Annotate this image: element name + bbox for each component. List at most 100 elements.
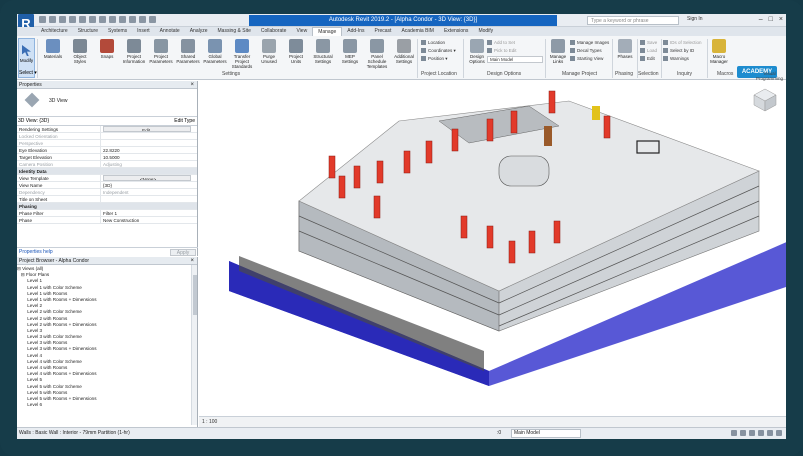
property-value[interactable] <box>101 196 197 202</box>
panel-schedule-templates-button[interactable]: Panel Schedule Templates <box>365 39 389 69</box>
shared-parameters-button[interactable]: Shared Parameters <box>176 39 200 64</box>
object-styles-button[interactable]: Object Styles <box>68 39 92 64</box>
select-links-icon[interactable] <box>740 430 746 436</box>
select-underlay-icon[interactable] <box>749 430 755 436</box>
undo-icon[interactable] <box>59 16 66 23</box>
structural-column[interactable] <box>328 155 336 179</box>
scrollbar-thumb[interactable] <box>193 275 197 315</box>
section-icon[interactable] <box>129 16 136 23</box>
tree-item[interactable]: Level 6 <box>17 402 197 408</box>
structural-column[interactable] <box>451 128 459 152</box>
project-information-button[interactable]: Project Information <box>122 39 146 64</box>
starting-view-button[interactable]: Starting View <box>570 56 603 62</box>
snaps-button[interactable]: Snaps <box>95 39 119 59</box>
building-model[interactable] <box>199 81 786 427</box>
project-parameters-button[interactable]: Project Parameters <box>149 39 173 64</box>
tab-academia-bim[interactable]: Academia BIM <box>396 27 439 36</box>
purge-unused-button[interactable]: Purge Unused <box>257 39 281 64</box>
close-icon[interactable]: × <box>779 16 783 23</box>
switch-windows-icon[interactable] <box>149 16 156 23</box>
transfer-project-standards-button[interactable]: Transfer Project Standards <box>230 39 254 69</box>
property-value[interactable]: New Construction <box>101 217 197 223</box>
position-button[interactable]: Position ▾ <box>421 56 448 62</box>
structural-column[interactable] <box>460 215 468 239</box>
tab-extensions[interactable]: Extensions <box>439 27 473 36</box>
select-by-face-icon[interactable] <box>767 430 773 436</box>
tab-architecture[interactable]: Architecture <box>36 27 73 36</box>
property-value[interactable]: 22.8220 <box>101 147 197 153</box>
tab-precast[interactable]: Precast <box>370 27 397 36</box>
viewcube-icon[interactable] <box>753 88 777 112</box>
maximize-icon[interactable]: □ <box>769 16 773 23</box>
main-model-select[interactable]: Main Model <box>487 56 543 63</box>
close-icon[interactable]: × <box>190 257 194 265</box>
tab-modify[interactable]: Modify <box>473 27 498 36</box>
edit-selection-button[interactable]: Edit <box>640 56 655 62</box>
structural-column[interactable] <box>338 175 346 199</box>
tab-insert[interactable]: Insert <box>132 27 155 36</box>
active-model-select[interactable]: Main Model <box>511 429 581 438</box>
tab-structure[interactable]: Structure <box>73 27 103 36</box>
structural-column[interactable] <box>486 225 494 249</box>
structural-column[interactable] <box>373 195 381 219</box>
macro-manager-button[interactable]: Macro Manager <box>707 39 731 64</box>
tab-collaborate[interactable]: Collaborate <box>256 27 292 36</box>
add-to-set-button[interactable]: Add to Set <box>487 40 515 46</box>
property-group[interactable]: Phasing <box>17 203 197 210</box>
manage-images-button[interactable]: Manage Images <box>570 40 609 46</box>
mep-settings-button[interactable]: MEP Settings <box>338 39 362 64</box>
structural-column[interactable] <box>425 140 433 164</box>
location-button[interactable]: Location <box>421 40 445 46</box>
minimize-icon[interactable]: – <box>759 16 763 23</box>
structural-column[interactable] <box>548 90 556 114</box>
select-by-id-button[interactable]: Select by ID <box>663 48 694 54</box>
coordinates-button[interactable]: Coordinates ▾ <box>421 48 456 54</box>
pick-to-edit-button[interactable]: Pick to Edit <box>487 48 517 54</box>
structural-column[interactable] <box>486 118 494 142</box>
view-instance-selector[interactable]: 3D View: {3D} Edit Type <box>17 117 197 126</box>
structural-settings-button[interactable]: Structural Settings <box>311 39 335 64</box>
tag-icon[interactable] <box>99 16 106 23</box>
tab-annotate[interactable]: Annotate <box>155 27 185 36</box>
tab-manage[interactable]: Manage <box>312 27 343 36</box>
ids-of-selection-button[interactable]: IDs of Selection <box>663 40 702 46</box>
tab-add-ins[interactable]: Add-Ins <box>342 27 369 36</box>
save-icon[interactable] <box>49 16 56 23</box>
save-selection-button[interactable]: Save <box>640 40 657 46</box>
structural-column[interactable] <box>353 165 361 189</box>
structural-column[interactable] <box>508 240 516 264</box>
phases-button[interactable]: Phases <box>613 39 637 59</box>
manage-links-button[interactable]: Manage Links <box>546 39 570 64</box>
property-value[interactable]: Filter 1 <box>101 210 197 216</box>
drag-elements-icon[interactable] <box>776 430 782 436</box>
view-scale[interactable]: 1 : 100 <box>202 419 217 425</box>
browser-scrollbar[interactable] <box>191 265 197 425</box>
structural-column[interactable] <box>510 110 518 134</box>
3d-viewport[interactable] <box>199 81 786 427</box>
filter-icon[interactable] <box>731 430 737 436</box>
tab-view[interactable]: View <box>291 27 312 36</box>
global-parameters-button[interactable]: Global Parameters <box>203 39 227 64</box>
structural-column[interactable] <box>403 150 411 174</box>
type-selector[interactable]: 3D View <box>17 89 197 117</box>
warnings-button[interactable]: Warnings <box>663 56 689 62</box>
additional-settings-button[interactable]: Additional Settings <box>392 39 416 64</box>
structural-column[interactable] <box>553 220 561 244</box>
open-icon[interactable] <box>39 16 46 23</box>
property-value[interactable]: {3D} <box>101 182 197 188</box>
decal-types-button[interactable]: Decal Types <box>570 48 602 54</box>
structural-column[interactable] <box>376 160 384 184</box>
apply-button[interactable]: Apply <box>170 249 196 256</box>
sign-in-link[interactable]: Sign In <box>687 16 703 22</box>
project-units-button[interactable]: Project Units <box>284 39 308 64</box>
search-input[interactable]: Type a keyword or phrase <box>587 16 679 25</box>
3d-view-icon[interactable] <box>119 16 126 23</box>
tab-analyze[interactable]: Analyze <box>185 27 213 36</box>
property-button[interactable]: Edit... <box>103 126 191 132</box>
properties-help-link[interactable]: Properties help <box>17 249 53 255</box>
select-pinned-icon[interactable] <box>758 430 764 436</box>
structural-column[interactable] <box>603 115 611 139</box>
close-hidden-icon[interactable] <box>139 16 146 23</box>
redo-icon[interactable] <box>69 16 76 23</box>
tab-massing-site[interactable]: Massing & Site <box>213 27 256 36</box>
